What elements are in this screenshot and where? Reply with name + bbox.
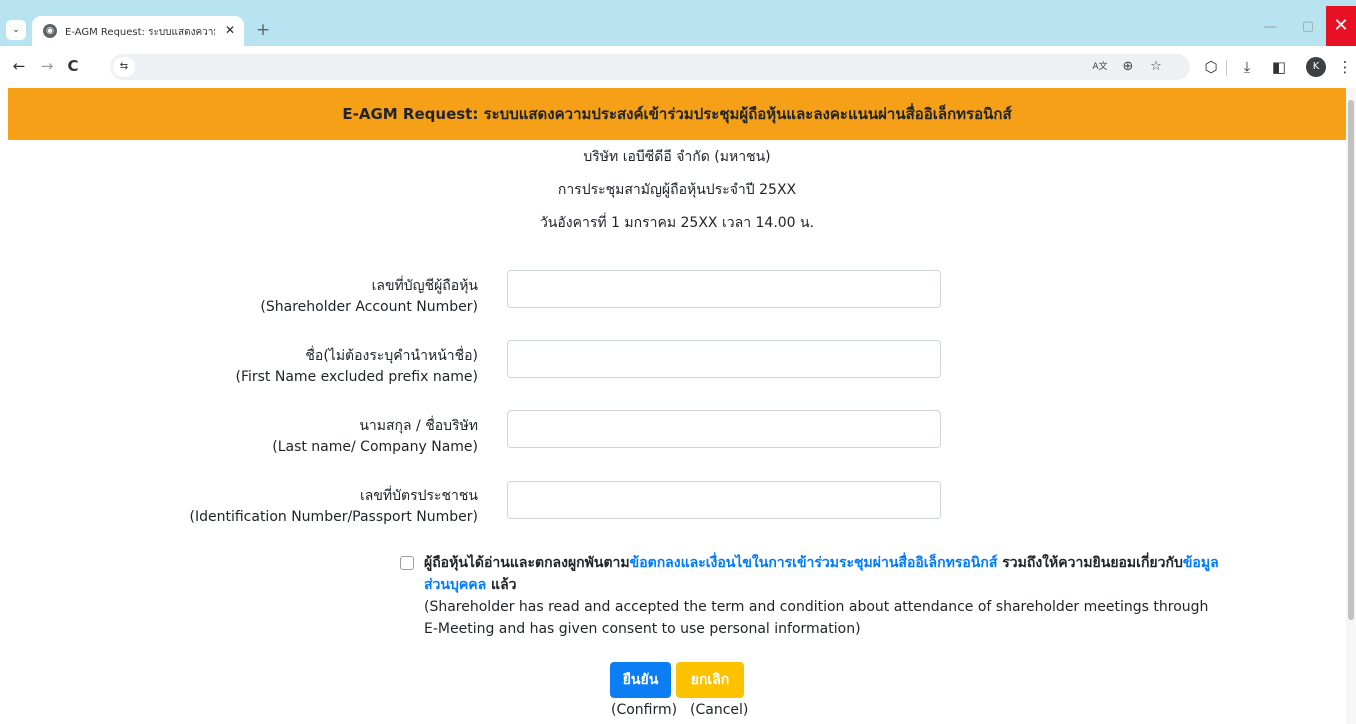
reload-icon[interactable]: C bbox=[62, 55, 84, 77]
extensions-puzzle-icon[interactable]: ⬡ bbox=[1200, 56, 1222, 78]
cancel-button[interactable]: ยกเลิก bbox=[676, 662, 744, 698]
shareholder-account-input[interactable] bbox=[507, 270, 941, 308]
tab-title: E-AGM Request: ระบบแสดงความ bbox=[65, 27, 215, 38]
browser-tabstrip: ⌄ ◉ E-AGM Request: ระบบแสดงความ ✕ + — ▢ … bbox=[0, 0, 1356, 46]
consent-text-part-1: ผู้ถือหุ้นได้อ่านและตกลงผูกพันตาม bbox=[424, 555, 630, 571]
id-number-label: เลขที่บัตรประชาชน (Identification Number… bbox=[8, 486, 479, 528]
new-tab-button[interactable]: + bbox=[252, 19, 274, 41]
consent-text-part-3: แล้ว bbox=[486, 577, 517, 593]
first-name-label: ชื่อ(ไม่ต้องระบุคำนำหน้าชื่อ) (First Nam… bbox=[8, 346, 479, 388]
last-name-label-en: (Last name/ Company Name) bbox=[272, 439, 478, 455]
last-name-label: นามสกุล / ชื่อบริษัท (Last name/ Company… bbox=[8, 416, 478, 458]
bookmark-star-icon[interactable]: ☆ bbox=[1146, 57, 1166, 77]
forward-arrow-icon[interactable]: → bbox=[36, 55, 58, 77]
last-name-input[interactable] bbox=[507, 410, 941, 448]
side-panel-icon[interactable]: ◧ bbox=[1268, 56, 1290, 78]
toolbar-divider bbox=[1226, 60, 1227, 76]
shareholder-account-label-en: (Shareholder Account Number) bbox=[260, 299, 478, 315]
address-bar[interactable]: ⇆ A文 ⊕ ☆ bbox=[110, 54, 1190, 80]
page-header-title: E-AGM Request: ระบบแสดงความประสงค์เข้าร่… bbox=[8, 88, 1346, 140]
tab-close-icon[interactable]: ✕ bbox=[222, 22, 238, 38]
meeting-name: การประชุมสามัญผู้ถือหุ้นประจำปี 25XX bbox=[557, 182, 797, 198]
shareholder-account-label: เลขที่บัญชีผู้ถือหุ้น (Shareholder Accou… bbox=[8, 276, 478, 318]
consent-checkbox[interactable] bbox=[400, 556, 414, 570]
scrollbar-thumb[interactable] bbox=[1348, 100, 1354, 620]
company-name: บริษัท เอบีซีดีอี จำกัด (มหาชน) bbox=[583, 149, 771, 165]
browser-menu-icon[interactable]: ⋮ bbox=[1334, 56, 1356, 78]
meeting-date: วันอังคารที่ 1 มกราคม 25XX เวลา 14.00 น. bbox=[539, 215, 815, 231]
shareholder-account-label-th: เลขที่บัญชีผู้ถือหุ้น bbox=[371, 278, 478, 294]
page-content: E-AGM Request: ระบบแสดงความประสงค์เข้าร่… bbox=[8, 88, 1346, 724]
browser-toolbar: ← → C ⇆ A文 ⊕ ☆ ⬡ ⤓ ◧ K ⋮ bbox=[0, 46, 1356, 88]
first-name-label-th: ชื่อ(ไม่ต้องระบุคำนำหน้าชื่อ) bbox=[305, 348, 478, 364]
zoom-icon[interactable]: ⊕ bbox=[1118, 57, 1138, 77]
translate-icon[interactable]: A文 bbox=[1090, 57, 1110, 77]
consent-text-english: (Shareholder has read and accepted the t… bbox=[424, 599, 1209, 637]
id-number-label-th: เลขที่บัตรประชาชน bbox=[359, 488, 478, 504]
download-icon[interactable]: ⤓ bbox=[1236, 56, 1258, 78]
confirm-button[interactable]: ยืนยัน bbox=[610, 662, 671, 698]
window-minimize-button[interactable]: — bbox=[1252, 16, 1288, 38]
browser-tab-active[interactable]: ◉ E-AGM Request: ระบบแสดงความ ✕ bbox=[32, 16, 244, 46]
consent-text: ผู้ถือหุ้นได้อ่านและตกลงผูกพันตามข้อตกลง… bbox=[424, 552, 1224, 640]
terms-link[interactable]: ข้อตกลงและเงื่อนไขในการเข้าร่วมระชุมผ่าน… bbox=[630, 555, 998, 571]
globe-icon: ◉ bbox=[43, 24, 57, 38]
window-maximize-button[interactable]: ▢ bbox=[1290, 16, 1326, 38]
window-close-button[interactable]: ✕ bbox=[1326, 6, 1356, 46]
page-scrollbar[interactable] bbox=[1346, 88, 1356, 724]
first-name-label-en: (First Name excluded prefix name) bbox=[235, 369, 479, 385]
profile-avatar[interactable]: K bbox=[1306, 57, 1326, 77]
consent-text-part-2: รวมถึงให้ความยินยอมเกี่ยวกับ bbox=[997, 555, 1183, 571]
id-number-label-en: (Identification Number/Passport Number) bbox=[189, 509, 479, 525]
tab-list-chevron-icon[interactable]: ⌄ bbox=[6, 20, 26, 40]
last-name-label-th: นามสกุล / ชื่อบริษัท bbox=[359, 418, 478, 434]
site-info-icon[interactable]: ⇆ bbox=[113, 57, 135, 77]
confirm-caption: (Confirm) bbox=[611, 702, 678, 718]
first-name-input[interactable] bbox=[507, 340, 941, 378]
cancel-caption: (Cancel) bbox=[690, 702, 749, 718]
id-number-input[interactable] bbox=[507, 481, 941, 519]
back-arrow-icon[interactable]: ← bbox=[8, 55, 30, 77]
